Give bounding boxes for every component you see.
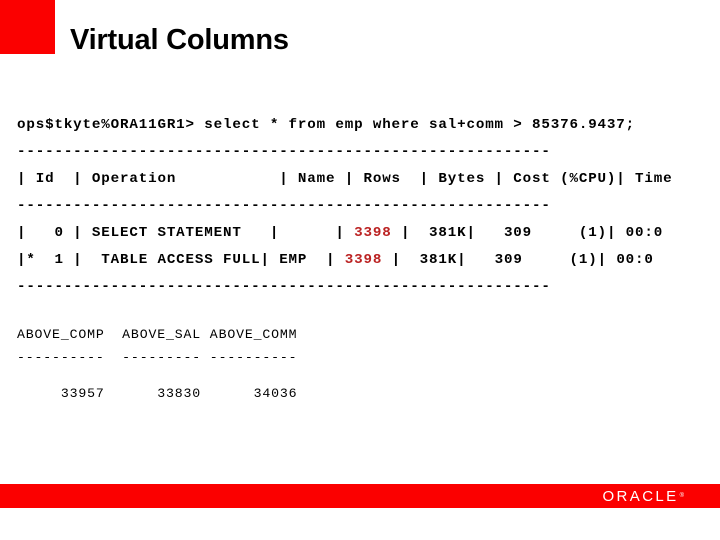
page-title: Virtual Columns [70, 24, 289, 56]
plan-row-1-prefix: |* 1 | TABLE ACCESS FULL| EMP | [17, 252, 345, 268]
result-header-row: ABOVE_COMP ABOVE_SAL ABOVE_COMM [17, 327, 298, 342]
plan-row-1-rows-value: 3398 [344, 252, 383, 268]
oracle-wordmark: ORACLE [602, 487, 679, 505]
result-gap [17, 369, 707, 382]
slide-header: Virtual Columns [0, 0, 720, 90]
plan-separator-top: ----------------------------------------… [17, 144, 551, 160]
registered-trademark-icon: ® [679, 493, 684, 499]
oracle-logo: ORACLE ® [602, 486, 684, 506]
plan-row-0: | 0 | SELECT STATEMENT | | 3398 | 381K| … [17, 220, 707, 247]
plan-row-1: |* 1 | TABLE ACCESS FULL| EMP | 3398 | 3… [17, 247, 707, 274]
plan-header-row: | Id | Operation | Name | Rows | Bytes |… [17, 171, 673, 187]
sql-prompt-line: ops$tkyte%ORA11GR1> select * from emp wh… [17, 117, 636, 133]
result-underline-row: ---------- --------- ---------- [17, 350, 298, 365]
plan-row-0-rows-value: 3398 [354, 225, 392, 241]
plan-separator-mid: ----------------------------------------… [17, 198, 551, 214]
result-values-row: 33957 33830 34036 [17, 386, 298, 401]
terminal-output: ops$tkyte%ORA11GR1> select * from emp wh… [17, 112, 707, 412]
accent-square-decoration [0, 0, 55, 54]
plan-row-1-suffix: | 381K| 309 (1)| 00:0 [382, 252, 654, 268]
plan-row-0-suffix: | 381K| 309 (1)| 00:0 [391, 225, 664, 241]
plan-row-0-prefix: | 0 | SELECT STATEMENT | | [17, 225, 355, 241]
plan-separator-bottom: ----------------------------------------… [17, 279, 551, 295]
output-gap [17, 301, 707, 323]
slide-footer-bar: ORACLE ® [0, 484, 720, 508]
